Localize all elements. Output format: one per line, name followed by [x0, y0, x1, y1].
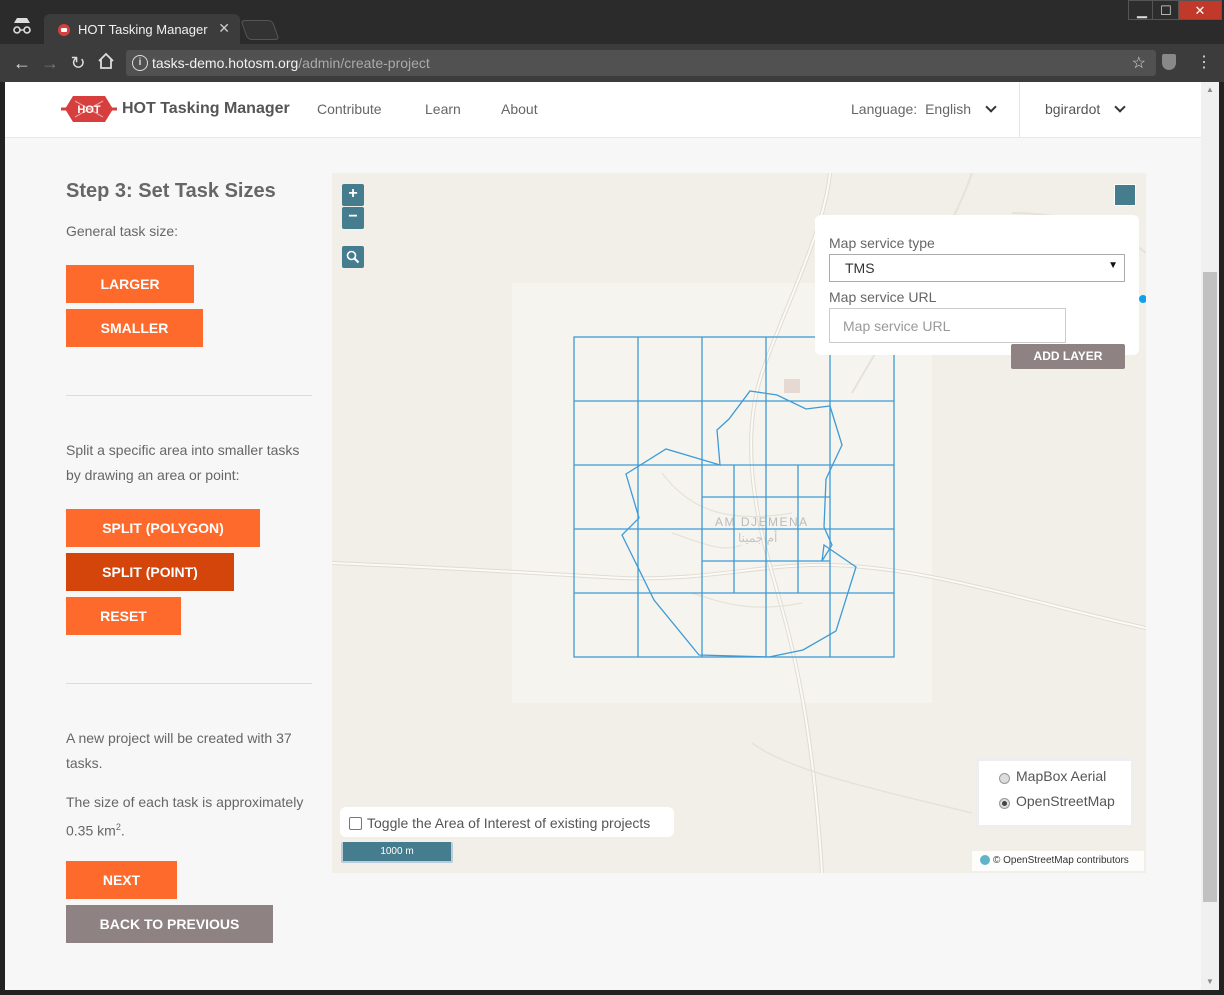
page-scrollbar[interactable]: ▲ ▼: [1201, 82, 1219, 990]
scroll-up-icon[interactable]: ▲: [1201, 82, 1219, 98]
tab-close-icon[interactable]: ✕: [218, 20, 230, 37]
chevron-down-icon: [1114, 101, 1126, 113]
browser-menu-icon[interactable]: ⋮: [1196, 52, 1212, 72]
split-instructions-line2: by drawing an area or point:: [66, 467, 240, 483]
header-divider: [1019, 82, 1020, 138]
service-url-input[interactable]: Map service URL: [829, 308, 1066, 343]
aoi-toggle[interactable]: Toggle the Area of Interest of existing …: [340, 807, 674, 837]
language-value: English: [925, 101, 971, 117]
scroll-down-icon[interactable]: ▼: [1201, 974, 1219, 990]
hot-logo[interactable]: HOT: [61, 92, 117, 126]
divider: [66, 395, 312, 396]
zoom-in-button[interactable]: +: [342, 184, 364, 206]
site-name[interactable]: HOT Tasking Manager: [122, 100, 290, 118]
map-attribution: © OpenStreetMap contributors: [972, 851, 1144, 871]
service-type-label: Map service type: [829, 235, 935, 251]
scrollbar-thumb[interactable]: [1203, 272, 1217, 902]
larger-button[interactable]: LARGER: [66, 265, 194, 303]
tab-title: HOT Tasking Manager: [78, 22, 208, 37]
tab-strip: HOT Tasking Manager ✕ ▁ ☐ ✕: [0, 0, 1224, 45]
location-marker: [1139, 295, 1146, 303]
nav-learn[interactable]: Learn: [425, 101, 461, 117]
smaller-button[interactable]: SMALLER: [66, 309, 203, 347]
basemap-switcher: MapBox Aerial OpenStreetMap: [976, 758, 1134, 828]
new-tab-button[interactable]: [240, 20, 280, 40]
place-label-arabic: أم جمينا: [738, 531, 778, 545]
split-instructions-line1: Split a specific area into smaller tasks: [66, 442, 300, 458]
dropdown-arrow-icon: ▼: [1108, 260, 1118, 271]
window-close-button[interactable]: ✕: [1178, 0, 1222, 20]
scale-bar: 1000 m: [341, 842, 453, 863]
reload-icon[interactable]: ↻: [66, 52, 90, 74]
step-title: Step 3: Set Task Sizes: [66, 180, 276, 202]
chevron-down-icon: [985, 101, 997, 113]
divider: [66, 683, 312, 684]
osm-link[interactable]: OpenStreetMap: [1003, 855, 1074, 866]
back-to-previous-button[interactable]: BACK TO PREVIOUS: [66, 905, 273, 943]
page-viewport: HOT HOT Tasking Manager Contribute Learn…: [5, 82, 1201, 990]
maximize-button[interactable]: ☐: [1152, 0, 1180, 20]
language-label: Language:: [851, 101, 918, 117]
username: bgirardot: [1045, 101, 1101, 117]
service-url-label: Map service URL: [829, 289, 937, 305]
task-size-line2: 0.35 km2.: [66, 822, 125, 839]
url-text: tasks-demo.hotosm.org/admin/create-proje…: [152, 55, 430, 71]
nav-about[interactable]: About: [501, 101, 538, 117]
split-point-button[interactable]: SPLIT (POINT): [66, 553, 234, 591]
place-label: AM DJEMENA: [715, 515, 809, 529]
task-size-line1: The size of each task is approximately: [66, 794, 304, 810]
basemap-label-osm[interactable]: OpenStreetMap: [1016, 793, 1115, 809]
svg-text:HOT: HOT: [77, 104, 101, 116]
basemap-radio-mapbox[interactable]: [999, 773, 1010, 784]
zoom-out-button[interactable]: −: [342, 207, 364, 229]
split-polygon-button[interactable]: SPLIT (POLYGON): [66, 509, 260, 547]
reset-button[interactable]: RESET: [66, 597, 181, 635]
back-icon[interactable]: ←: [10, 52, 34, 74]
general-task-size-label: General task size:: [66, 223, 179, 239]
map[interactable]: AM DJEMENA أم جمينا + − Map service type…: [332, 173, 1146, 873]
browser-chrome: HOT Tasking Manager ✕ ▁ ☐ ✕ ← → ↻ i task…: [0, 0, 1224, 82]
user-menu[interactable]: bgirardot: [1045, 101, 1126, 117]
home-icon[interactable]: [94, 52, 118, 74]
browser-toolbar: ← → ↻ i tasks-demo.hotosm.org/admin/crea…: [0, 44, 1224, 82]
bookmark-star-icon[interactable]: ☆: [1132, 53, 1146, 73]
openlayers-logo-icon[interactable]: [980, 855, 990, 866]
task-count-line2: tasks.: [66, 755, 103, 771]
hot-favicon-icon: [58, 24, 70, 36]
language-selector[interactable]: Language: English: [851, 101, 997, 117]
layer-switcher-button[interactable]: [1114, 184, 1136, 206]
basemap-label-mapbox[interactable]: MapBox Aerial: [1016, 768, 1106, 784]
info-icon[interactable]: i: [132, 55, 148, 71]
ublock-extension-icon[interactable]: [1162, 54, 1176, 70]
address-bar[interactable]: i tasks-demo.hotosm.org/admin/create-pro…: [126, 50, 1156, 76]
add-layer-button[interactable]: ADD LAYER: [1011, 344, 1125, 369]
site-header: HOT HOT Tasking Manager Contribute Learn…: [5, 82, 1201, 138]
search-icon[interactable]: [342, 246, 364, 268]
next-button[interactable]: NEXT: [66, 861, 177, 899]
aoi-toggle-label: Toggle the Area of Interest of existing …: [367, 815, 651, 831]
browser-tab[interactable]: HOT Tasking Manager ✕: [44, 14, 240, 45]
nav-contribute[interactable]: Contribute: [317, 101, 382, 117]
basemap-radio-osm[interactable]: [999, 798, 1010, 809]
forward-icon[interactable]: →: [38, 52, 62, 74]
aoi-checkbox[interactable]: [349, 817, 362, 830]
service-type-select[interactable]: TMS ▼: [829, 254, 1125, 282]
custom-layer-panel: Map service type TMS ▼ Map service URL M…: [815, 215, 1139, 355]
task-count-line1: A new project will be created with 37: [66, 730, 292, 746]
incognito-icon: [10, 16, 34, 36]
